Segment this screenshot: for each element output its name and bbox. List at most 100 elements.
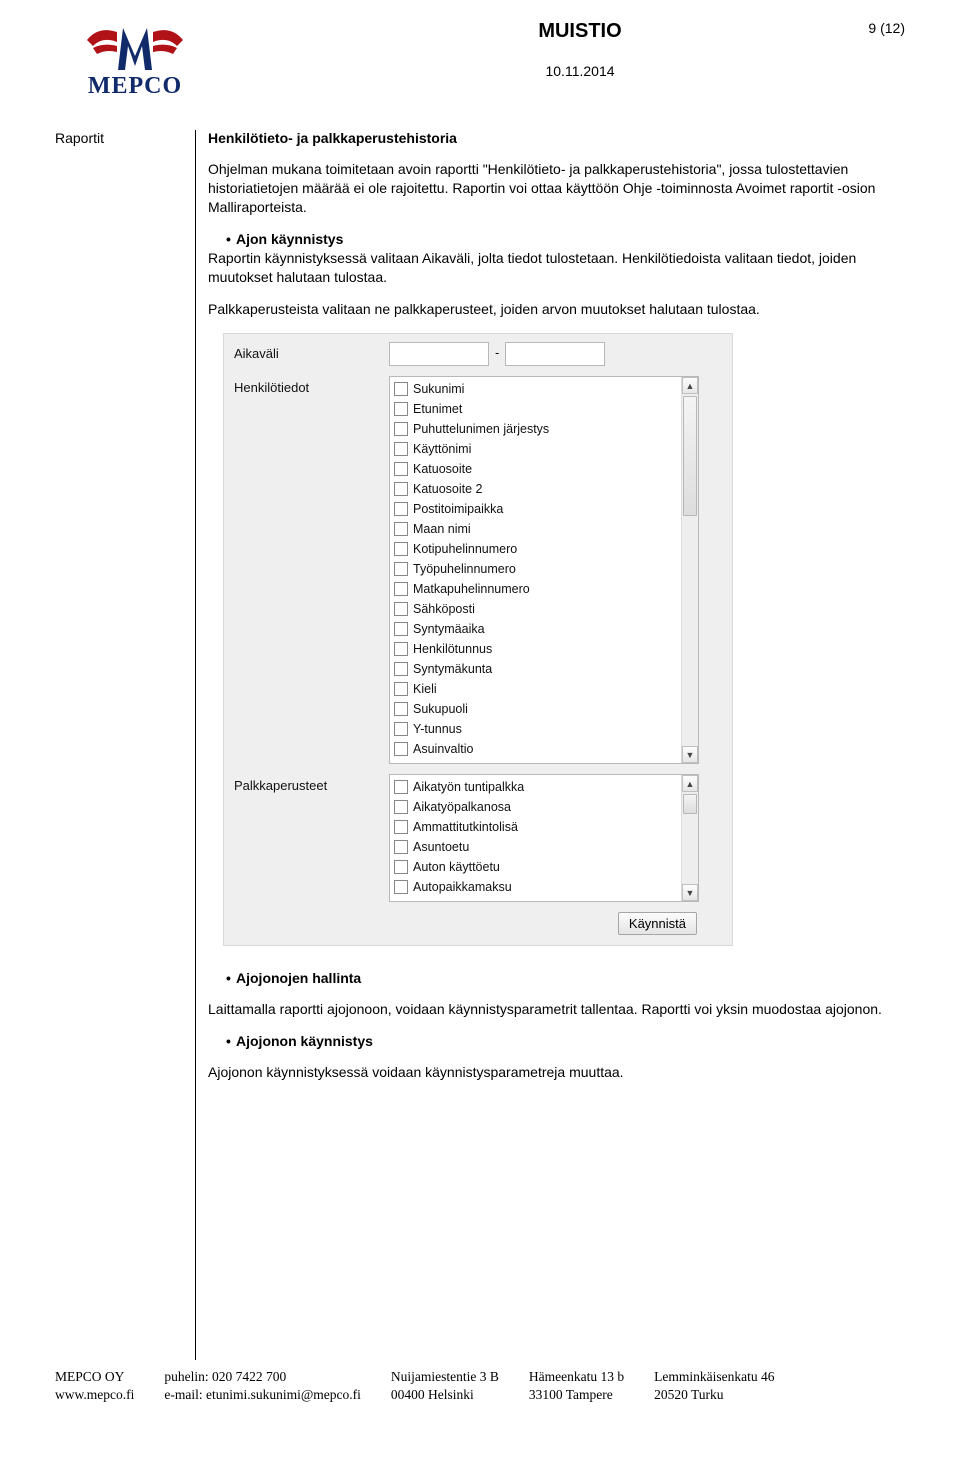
henkilotiedot-listbox[interactable]: Sukunimi Etunimet Puhuttelunimen järjestys…	[389, 376, 699, 764]
list-item-label: Matkapuhelinnumero	[413, 582, 530, 596]
bullet1-para1: Raportin käynnistyksessä valitaan Aikavä…	[208, 249, 900, 287]
section-heading: Henkilötieto- ja palkkaperustehistoria	[208, 130, 457, 146]
list-item-label: Syntymäkunta	[413, 662, 492, 676]
doc-title: MUISTIO	[538, 20, 621, 43]
list-item[interactable]: Maan nimi	[390, 519, 681, 539]
bullet-title-1: Ajon käynnistys	[236, 231, 343, 247]
company-logo: MEPCO	[55, 20, 215, 100]
list-item-label: Sukupuoli	[413, 702, 468, 716]
list-item[interactable]: Puhuttelunimen järjestys	[390, 419, 681, 439]
date-from-input[interactable]	[389, 342, 489, 366]
bullet-title-2: Ajojonojen hallinta	[236, 970, 361, 986]
checkbox-icon[interactable]	[394, 482, 408, 496]
footer-addr1-line2: 00400 Helsinki	[391, 1386, 499, 1404]
checkbox-icon[interactable]	[394, 820, 408, 834]
list-item[interactable]: Sukunimi	[390, 379, 681, 399]
checkbox-icon[interactable]	[394, 542, 408, 556]
bullet2-para: Laittamalla raportti ajojonoon, voidaan …	[208, 1000, 900, 1019]
list-item-label: Kieli	[413, 682, 437, 696]
bullet-title-3: Ajojonon käynnistys	[236, 1033, 373, 1049]
footer-website: www.mepco.fi	[55, 1386, 134, 1404]
list-item-label: Katuosoite	[413, 462, 472, 476]
list-item[interactable]: Työpuhelinnumero	[390, 559, 681, 579]
list-item[interactable]: Matkapuhelinnumero	[390, 579, 681, 599]
label-aikavali: Aikaväli	[234, 342, 389, 361]
checkbox-icon[interactable]	[394, 602, 408, 616]
list-item-label: Sähköposti	[413, 602, 475, 616]
list-item-label: Asuntoetu	[413, 840, 469, 854]
checkbox-icon[interactable]	[394, 800, 408, 814]
date-to-input[interactable]	[505, 342, 605, 366]
list-item[interactable]: Syntymäaika	[390, 619, 681, 639]
list-item[interactable]: Katuosoite 2	[390, 479, 681, 499]
list-item-label: Etunimet	[413, 402, 462, 416]
list-item[interactable]: Henkilötunnus	[390, 639, 681, 659]
list-item-label: Y-tunnus	[413, 722, 462, 736]
checkbox-icon[interactable]	[394, 442, 408, 456]
checkbox-icon[interactable]	[394, 382, 408, 396]
list-item[interactable]: Asuntoetu	[390, 837, 681, 857]
list-item[interactable]: Postitoimipaikka	[390, 499, 681, 519]
list-item-label: Syntymäaika	[413, 622, 485, 636]
checkbox-icon[interactable]	[394, 522, 408, 536]
list-item-label: Käyttönimi	[413, 442, 471, 456]
list-item[interactable]: Asuinvaltio	[390, 739, 681, 759]
checkbox-icon[interactable]	[394, 742, 408, 756]
checkbox-icon[interactable]	[394, 702, 408, 716]
scroll-up-icon[interactable]: ▲	[682, 775, 698, 792]
bullet-icon: •	[208, 1033, 236, 1049]
launch-button[interactable]: Käynnistä	[618, 912, 697, 935]
checkbox-icon[interactable]	[394, 682, 408, 696]
list-item-label: Henkilötunnus	[413, 642, 492, 656]
footer-addr3-line2: 20520 Turku	[654, 1386, 774, 1404]
list-item[interactable]: Autopaikkamaksu	[390, 877, 681, 897]
checkbox-icon[interactable]	[394, 622, 408, 636]
logo-text: MEPCO	[88, 73, 182, 100]
list-item-label: Aikatyöpalkanosa	[413, 800, 511, 814]
checkbox-icon[interactable]	[394, 562, 408, 576]
list-item[interactable]: Etunimet	[390, 399, 681, 419]
scroll-thumb[interactable]	[683, 794, 697, 814]
footer-addr2-line1: Hämeenkatu 13 b	[529, 1368, 624, 1386]
footer-addr1-line1: Nuijamiestentie 3 B	[391, 1368, 499, 1386]
scroll-down-icon[interactable]: ▼	[682, 884, 698, 901]
scrollbar[interactable]: ▲ ▼	[681, 775, 698, 901]
checkbox-icon[interactable]	[394, 502, 408, 516]
palkkaperusteet-listbox[interactable]: Aikatyön tuntipalkka Aikatyöpalkanosa Amma…	[389, 774, 699, 902]
list-item[interactable]: Syntymäkunta	[390, 659, 681, 679]
checkbox-icon[interactable]	[394, 840, 408, 854]
bullet-icon: •	[208, 231, 236, 247]
checkbox-icon[interactable]	[394, 582, 408, 596]
checkbox-icon[interactable]	[394, 402, 408, 416]
scroll-down-icon[interactable]: ▼	[682, 746, 698, 763]
bullet3-para: Ajojonon käynnistyksessä voidaan käynnis…	[208, 1063, 900, 1082]
list-item-label: Postitoimipaikka	[413, 502, 503, 516]
list-item[interactable]: Katuosoite	[390, 459, 681, 479]
footer-company: MEPCO OY	[55, 1368, 134, 1386]
scroll-up-icon[interactable]: ▲	[682, 377, 698, 394]
checkbox-icon[interactable]	[394, 662, 408, 676]
checkbox-icon[interactable]	[394, 860, 408, 874]
scroll-thumb[interactable]	[683, 396, 697, 516]
list-item[interactable]: Kieli	[390, 679, 681, 699]
list-item[interactable]: Sähköposti	[390, 599, 681, 619]
list-item[interactable]: Aikatyöpalkanosa	[390, 797, 681, 817]
scrollbar[interactable]: ▲ ▼	[681, 377, 698, 763]
checkbox-icon[interactable]	[394, 642, 408, 656]
list-item[interactable]: Sukupuoli	[390, 699, 681, 719]
doc-date: 10.11.2014	[545, 63, 614, 79]
list-item[interactable]: Ammattitutkintolisä	[390, 817, 681, 837]
checkbox-icon[interactable]	[394, 422, 408, 436]
list-item[interactable]: Auton käyttöetu	[390, 857, 681, 877]
list-item[interactable]: Käyttönimi	[390, 439, 681, 459]
list-item[interactable]: Aikatyön tuntipalkka	[390, 777, 681, 797]
checkbox-icon[interactable]	[394, 462, 408, 476]
label-palkkaperusteet: Palkkaperusteet	[234, 774, 389, 793]
list-item[interactable]: Y-tunnus	[390, 719, 681, 739]
footer-addr2-line2: 33100 Tampere	[529, 1386, 624, 1404]
checkbox-icon[interactable]	[394, 722, 408, 736]
list-item[interactable]: Kotipuhelinnumero	[390, 539, 681, 559]
checkbox-icon[interactable]	[394, 880, 408, 894]
wings-m-icon	[85, 20, 185, 75]
checkbox-icon[interactable]	[394, 780, 408, 794]
